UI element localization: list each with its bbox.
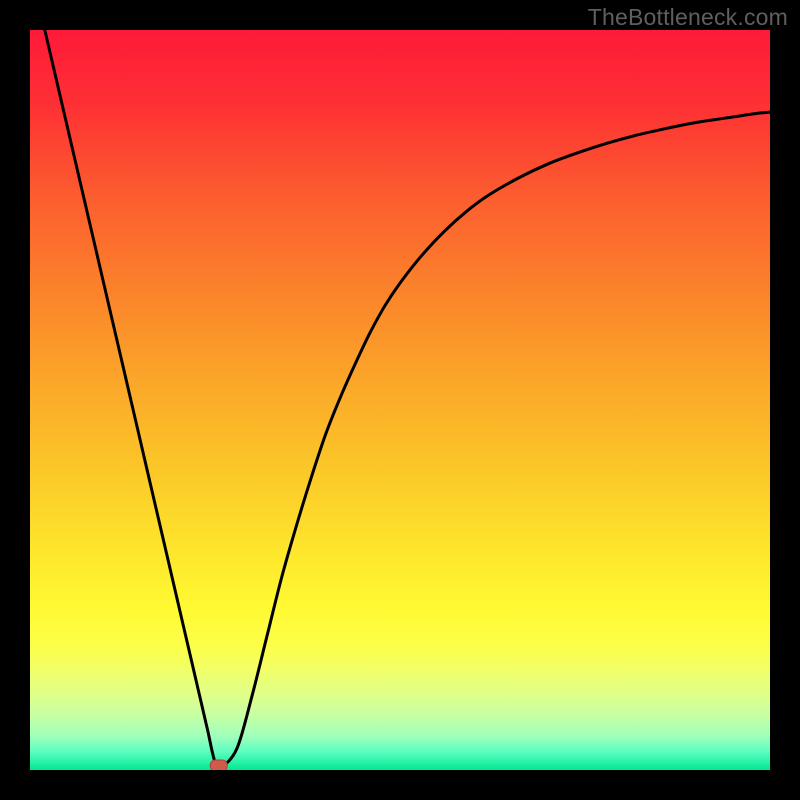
watermark-text: TheBottleneck.com — [588, 4, 788, 31]
chart-svg — [30, 30, 770, 770]
chart-frame — [30, 30, 770, 770]
chart-background-gradient — [30, 30, 770, 770]
optimal-point-marker — [210, 760, 227, 770]
